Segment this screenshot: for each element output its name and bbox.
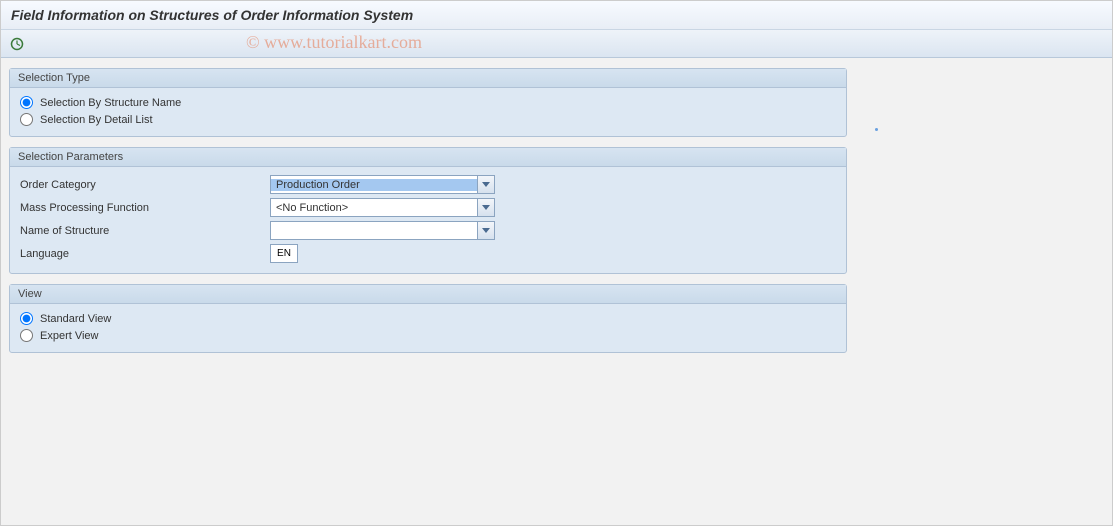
radio-structure-name[interactable] <box>20 96 33 109</box>
panel-selection-parameters: Selection Parameters Order Category Prod… <box>9 147 847 274</box>
panel-selection-type: Selection Type Selection By Structure Na… <box>9 68 847 137</box>
toolbar: © www.tutorialkart.com <box>1 30 1112 58</box>
row-order-category: Order Category Production Order <box>20 173 836 196</box>
radio-row-detail-list[interactable]: Selection By Detail List <box>20 111 836 128</box>
radio-row-expert-view[interactable]: Expert View <box>20 327 836 344</box>
radio-detail-list[interactable] <box>20 113 33 126</box>
label-structure-name: Name of Structure <box>20 225 270 237</box>
label-language: Language <box>20 248 270 260</box>
watermark-text: © www.tutorialkart.com <box>246 32 422 53</box>
select-value-order-category: Production Order <box>271 179 477 191</box>
execute-icon[interactable] <box>9 36 25 52</box>
panel-header-selection-type: Selection Type <box>10 69 846 88</box>
radio-label-expert-view: Expert View <box>40 330 99 342</box>
radio-row-structure-name[interactable]: Selection By Structure Name <box>20 94 836 111</box>
select-order-category[interactable]: Production Order <box>270 175 495 194</box>
row-mass-function: Mass Processing Function <No Function> <box>20 196 836 219</box>
chevron-down-icon[interactable] <box>477 222 494 239</box>
panel-view: View Standard View Expert View <box>9 284 847 353</box>
accent-dot <box>875 128 878 131</box>
select-mass-function[interactable]: <No Function> <box>270 198 495 217</box>
label-mass-function: Mass Processing Function <box>20 202 270 214</box>
radio-standard-view[interactable] <box>20 312 33 325</box>
content-area: Selection Type Selection By Structure Na… <box>1 58 1112 363</box>
radio-label-standard-view: Standard View <box>40 313 111 325</box>
panel-header-view: View <box>10 285 846 304</box>
chevron-down-icon[interactable] <box>477 199 494 216</box>
page-title: Field Information on Structures of Order… <box>11 7 1102 23</box>
select-structure-name[interactable] <box>270 221 495 240</box>
radio-row-standard-view[interactable]: Standard View <box>20 310 836 327</box>
label-order-category: Order Category <box>20 179 270 191</box>
row-language: Language <box>20 242 836 265</box>
row-structure-name: Name of Structure <box>20 219 836 242</box>
radio-expert-view[interactable] <box>20 329 33 342</box>
input-language[interactable] <box>270 244 298 263</box>
radio-label-structure-name: Selection By Structure Name <box>40 97 181 109</box>
chevron-down-icon[interactable] <box>477 176 494 193</box>
select-value-mass-function: <No Function> <box>271 202 477 214</box>
panel-header-selection-parameters: Selection Parameters <box>10 148 846 167</box>
radio-label-detail-list: Selection By Detail List <box>40 114 153 126</box>
title-bar: Field Information on Structures of Order… <box>1 1 1112 30</box>
